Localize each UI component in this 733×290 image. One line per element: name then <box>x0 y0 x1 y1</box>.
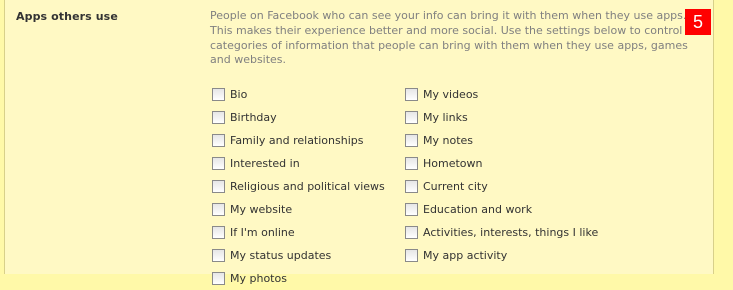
option-label: Activities, interests, things I like <box>423 226 599 239</box>
option-label: My website <box>230 203 293 216</box>
option-label: Hometown <box>423 157 483 170</box>
option-my-app-activity[interactable]: My app activity <box>405 244 598 267</box>
checkbox[interactable] <box>212 203 225 216</box>
checkbox[interactable] <box>212 226 225 239</box>
section-title: Apps others use <box>16 10 118 23</box>
option-my-status-updates[interactable]: My status updates <box>212 244 385 267</box>
checkbox[interactable] <box>212 111 225 124</box>
option-interested-in[interactable]: Interested in <box>212 152 385 175</box>
option-hometown[interactable]: Hometown <box>405 152 598 175</box>
checkbox[interactable] <box>405 226 418 239</box>
option-activities-interests[interactable]: Activities, interests, things I like <box>405 221 598 244</box>
option-label: Birthday <box>230 111 277 124</box>
option-my-photos[interactable]: My photos <box>212 267 385 290</box>
checkbox[interactable] <box>212 180 225 193</box>
checkbox[interactable] <box>405 249 418 262</box>
option-education-and-work[interactable]: Education and work <box>405 198 598 221</box>
checkbox[interactable] <box>405 88 418 101</box>
option-label: My status updates <box>230 249 332 262</box>
option-label: Family and relationships <box>230 134 364 147</box>
step-number-badge: 5 <box>685 9 711 35</box>
checkbox[interactable] <box>212 249 225 262</box>
checkbox[interactable] <box>405 157 418 170</box>
option-family-and-relationships[interactable]: Family and relationships <box>212 129 385 152</box>
option-my-website[interactable]: My website <box>212 198 385 221</box>
option-my-links[interactable]: My links <box>405 106 598 129</box>
option-label: Education and work <box>423 203 533 216</box>
option-label: My notes <box>423 134 474 147</box>
option-label: My videos <box>423 88 479 101</box>
checkbox[interactable] <box>405 203 418 216</box>
option-birthday[interactable]: Birthday <box>212 106 385 129</box>
option-label: My links <box>423 111 468 124</box>
option-bio[interactable]: Bio <box>212 83 385 106</box>
option-my-notes[interactable]: My notes <box>405 129 598 152</box>
section-description: People on Facebook who can see your info… <box>210 9 704 67</box>
option-label: My app activity <box>423 249 508 262</box>
option-religious-and-political-views[interactable]: Religious and political views <box>212 175 385 198</box>
checkbox[interactable] <box>405 134 418 147</box>
option-label: Bio <box>230 88 248 101</box>
options-column-right: My videos My links My notes Hometown Cur… <box>405 83 598 267</box>
option-label: Interested in <box>230 157 300 170</box>
option-if-im-online[interactable]: If I'm online <box>212 221 385 244</box>
options-column-left: Bio Birthday Family and relationships In… <box>212 83 385 290</box>
checkbox[interactable] <box>212 157 225 170</box>
option-my-videos[interactable]: My videos <box>405 83 598 106</box>
checkbox[interactable] <box>212 134 225 147</box>
option-current-city[interactable]: Current city <box>405 175 598 198</box>
checkbox[interactable] <box>405 180 418 193</box>
option-label: Religious and political views <box>230 180 385 193</box>
checkbox[interactable] <box>405 111 418 124</box>
checkbox[interactable] <box>212 88 225 101</box>
apps-others-use-panel: Apps others use People on Facebook who c… <box>4 0 714 285</box>
option-label: If I'm online <box>230 226 295 239</box>
option-label: Current city <box>423 180 488 193</box>
